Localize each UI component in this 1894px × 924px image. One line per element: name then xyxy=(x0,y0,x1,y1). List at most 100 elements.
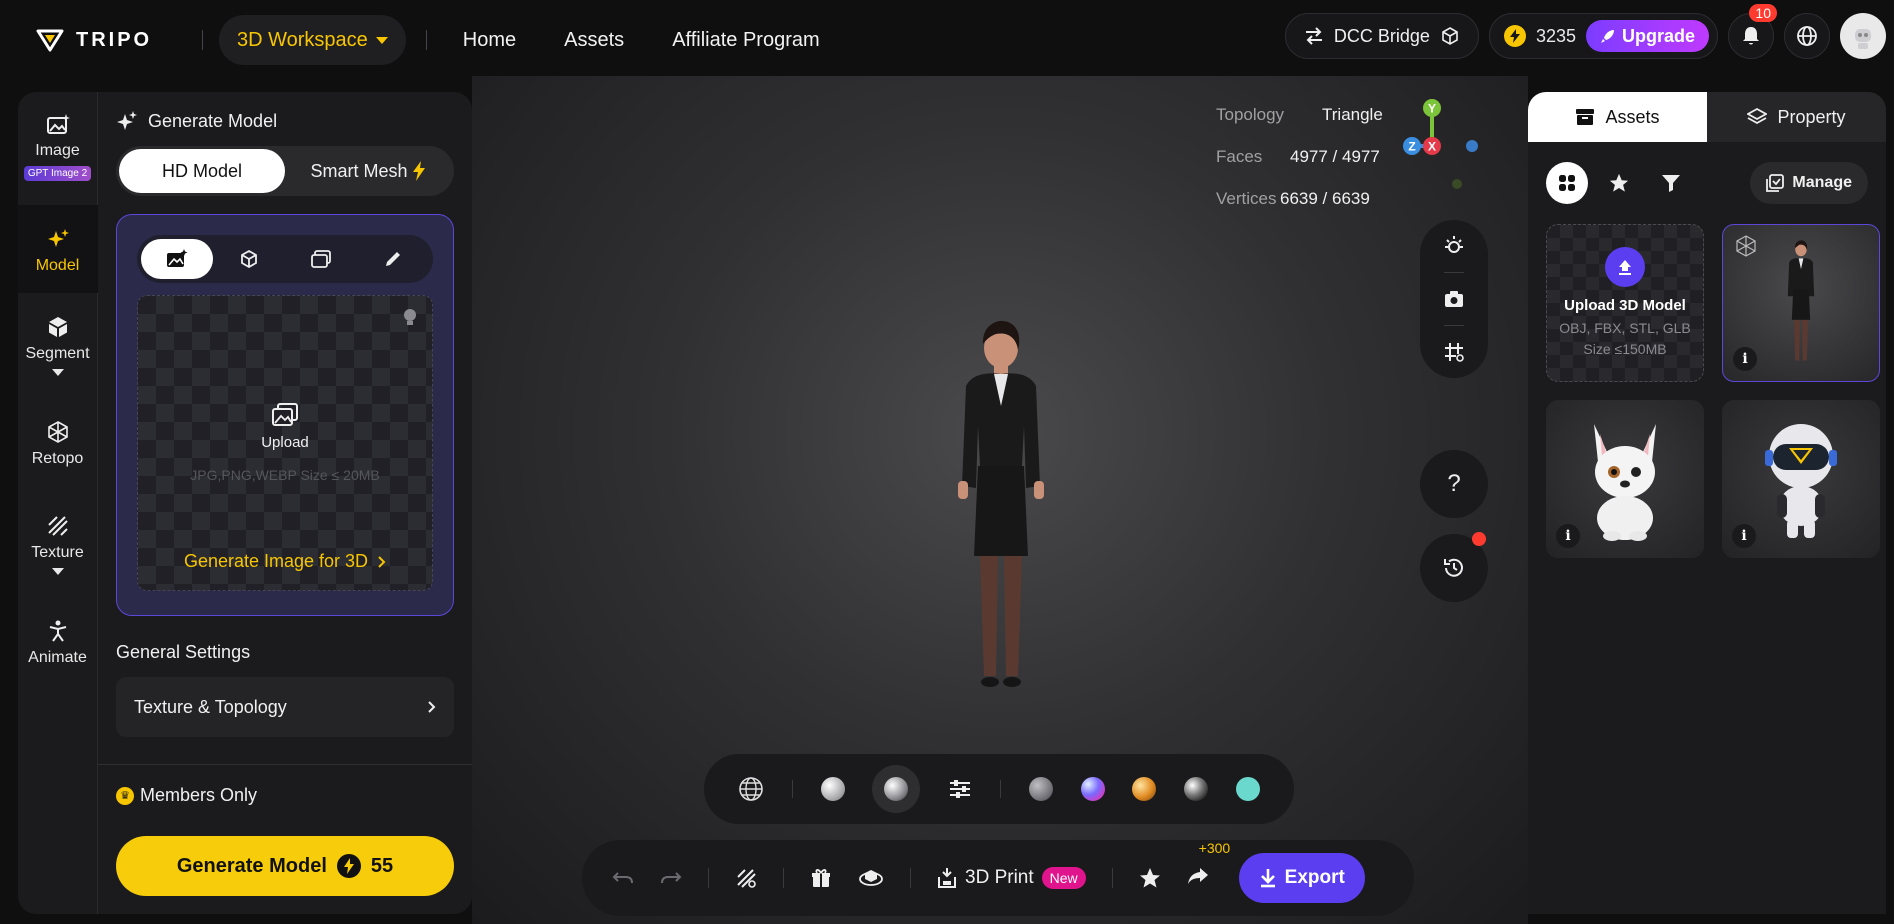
rail-item-model[interactable]: Model xyxy=(18,205,98,293)
nav-link-home[interactable]: Home xyxy=(463,29,516,52)
tab-multi-image[interactable] xyxy=(285,239,357,279)
star-icon[interactable] xyxy=(1139,867,1161,889)
asset-tile-white-dog[interactable]: i xyxy=(1546,400,1704,558)
share-button[interactable]: +300 xyxy=(1187,840,1230,891)
material-normal[interactable] xyxy=(1080,777,1105,801)
texture-brush-icon[interactable] xyxy=(735,867,757,889)
checkbox-stack-icon xyxy=(1766,174,1785,192)
credits-display[interactable]: 3235 Upgrade xyxy=(1488,13,1718,59)
logo[interactable]: TRIPO xyxy=(18,28,190,52)
right-panel-tabs: Assets Property xyxy=(1528,92,1886,142)
globe-icon xyxy=(1797,26,1817,46)
divider xyxy=(791,780,793,798)
favorites-filter-button[interactable] xyxy=(1598,162,1640,204)
history-button[interactable] xyxy=(1420,532,1488,602)
chevron-right-icon xyxy=(428,701,436,713)
top-right-controls: DCC Bridge 3235 Upgrade 10 xyxy=(1284,4,1886,59)
rail-item-retopo[interactable]: Retopo xyxy=(18,412,98,480)
left-panel: Image GPT Image 2 Model Segment Retopo T… xyxy=(18,92,472,914)
upgrade-button[interactable]: Upgrade xyxy=(1585,20,1709,52)
upload-hint: JPG,PNG,WEBP Size ≤ 20MB xyxy=(190,467,380,483)
gift-icon[interactable] xyxy=(810,867,832,889)
smart-mesh-option[interactable]: Smart Mesh xyxy=(285,149,451,193)
view-all-button[interactable] xyxy=(1546,162,1588,204)
tab-property[interactable]: Property xyxy=(1707,92,1886,142)
asset-tile-robot[interactable]: i xyxy=(1722,400,1880,558)
wireframe-sphere-icon[interactable] xyxy=(738,776,764,802)
material-teal[interactable] xyxy=(1236,777,1261,801)
workspace-dropdown[interactable]: 3D Workspace xyxy=(219,15,406,65)
generate-cost: 55 xyxy=(370,854,394,877)
rail-item-segment[interactable]: Segment xyxy=(18,307,98,388)
caret-down-icon xyxy=(51,568,64,575)
3d-model-businesswoman[interactable] xyxy=(936,316,1066,696)
dcc-bridge-button[interactable]: DCC Bridge xyxy=(1284,13,1479,59)
hd-model-option[interactable]: HD Model xyxy=(119,149,285,193)
image-drop-zone[interactable]: Upload JPG,PNG,WEBP Size ≤ 20MB Generate… xyxy=(137,295,433,591)
rail-label-texture: Texture xyxy=(31,544,84,561)
texture-topology-row[interactable]: Texture & Topology xyxy=(116,677,454,737)
crown-icon: ♛ xyxy=(116,786,134,805)
mesh-icon xyxy=(47,421,68,443)
logo-text: TRIPO xyxy=(76,28,153,51)
sliders-icon[interactable] xyxy=(948,778,972,800)
axis-gizmo[interactable]: Y Z X xyxy=(1402,94,1482,174)
material-shaded-selected[interactable] xyxy=(872,765,921,813)
members-only-label: Members Only xyxy=(140,785,258,805)
tab-3d-cube[interactable] xyxy=(213,239,285,279)
rail-item-animate[interactable]: Animate xyxy=(18,611,98,679)
upload-label: Upload xyxy=(261,434,309,451)
camera-reset-icon[interactable] xyxy=(1442,287,1466,311)
ar-view-icon[interactable] xyxy=(858,867,884,889)
mesh-stats: Topology Triangle Faces 4977 / 4977 Vertic… xyxy=(1216,94,1383,220)
manage-button[interactable]: Manage xyxy=(1750,162,1868,204)
generate-model-button[interactable]: Generate Model 55 xyxy=(116,836,454,896)
tab-text-pen[interactable] xyxy=(357,239,429,279)
printer-3d-icon xyxy=(938,868,956,888)
divider xyxy=(910,868,911,888)
3d-print-button[interactable]: 3D Print New xyxy=(937,867,1086,889)
upload-images-icon xyxy=(272,403,298,426)
generate-image-link[interactable]: Generate Image for 3D xyxy=(184,551,386,572)
tab-assets[interactable]: Assets xyxy=(1528,92,1707,142)
vertices-value: 6639 / 6639 xyxy=(1280,189,1370,208)
credits-count: 3235 xyxy=(1535,25,1576,46)
rail-item-texture[interactable]: Texture xyxy=(18,506,98,587)
export-button[interactable]: Export xyxy=(1238,853,1365,903)
info-icon[interactable]: i xyxy=(1732,524,1756,548)
rail-item-image[interactable]: Image GPT Image 2 xyxy=(18,106,98,193)
grid-icon[interactable] xyxy=(1442,340,1466,364)
redo-icon[interactable] xyxy=(660,869,682,887)
material-chrome[interactable] xyxy=(1184,777,1209,801)
filter-button[interactable] xyxy=(1650,162,1692,204)
upgrade-label: Upgrade xyxy=(1621,25,1695,46)
hd-model-label: HD Model xyxy=(161,160,243,181)
notifications-button[interactable]: 10 xyxy=(1728,4,1777,59)
user-avatar[interactable] xyxy=(1840,13,1886,59)
gizmo-y-label: Y xyxy=(1428,102,1436,116)
generate-image-link-label: Generate Image for 3D xyxy=(183,551,369,571)
undo-icon[interactable] xyxy=(612,869,634,887)
3d-viewport[interactable]: Topology Triangle Faces 4977 / 4977 Vertic… xyxy=(472,76,1528,924)
upload-3d-size: Size ≤150MB xyxy=(1583,340,1667,357)
bell-icon xyxy=(1743,27,1759,45)
material-grey[interactable] xyxy=(1028,777,1053,801)
info-icon[interactable]: i xyxy=(1556,524,1580,548)
upload-3d-model-tile[interactable]: Upload 3D Model OBJ, FBX, STL, GLB Size … xyxy=(1546,224,1704,382)
material-gold[interactable] xyxy=(1132,777,1157,801)
help-button[interactable]: ? xyxy=(1420,450,1488,518)
generate-title: Generate Model xyxy=(148,110,278,131)
robot-thumbnail xyxy=(1765,424,1837,538)
asset-tile-businesswoman[interactable]: i xyxy=(1722,224,1880,382)
businesswoman-thumbnail xyxy=(1787,240,1815,361)
language-button[interactable] xyxy=(1784,13,1830,59)
info-icon[interactable]: i xyxy=(1733,347,1757,371)
nav-link-affiliate[interactable]: Affiliate Program xyxy=(672,29,819,52)
nav-link-assets[interactable]: Assets xyxy=(564,29,624,52)
material-white-clay[interactable] xyxy=(820,777,845,801)
lighting-icon[interactable] xyxy=(1442,234,1466,258)
divider xyxy=(425,30,427,50)
tab-single-image[interactable] xyxy=(141,239,213,279)
input-card: Upload JPG,PNG,WEBP Size ≤ 20MB Generate… xyxy=(116,214,454,616)
lightbulb-icon[interactable] xyxy=(402,308,418,328)
